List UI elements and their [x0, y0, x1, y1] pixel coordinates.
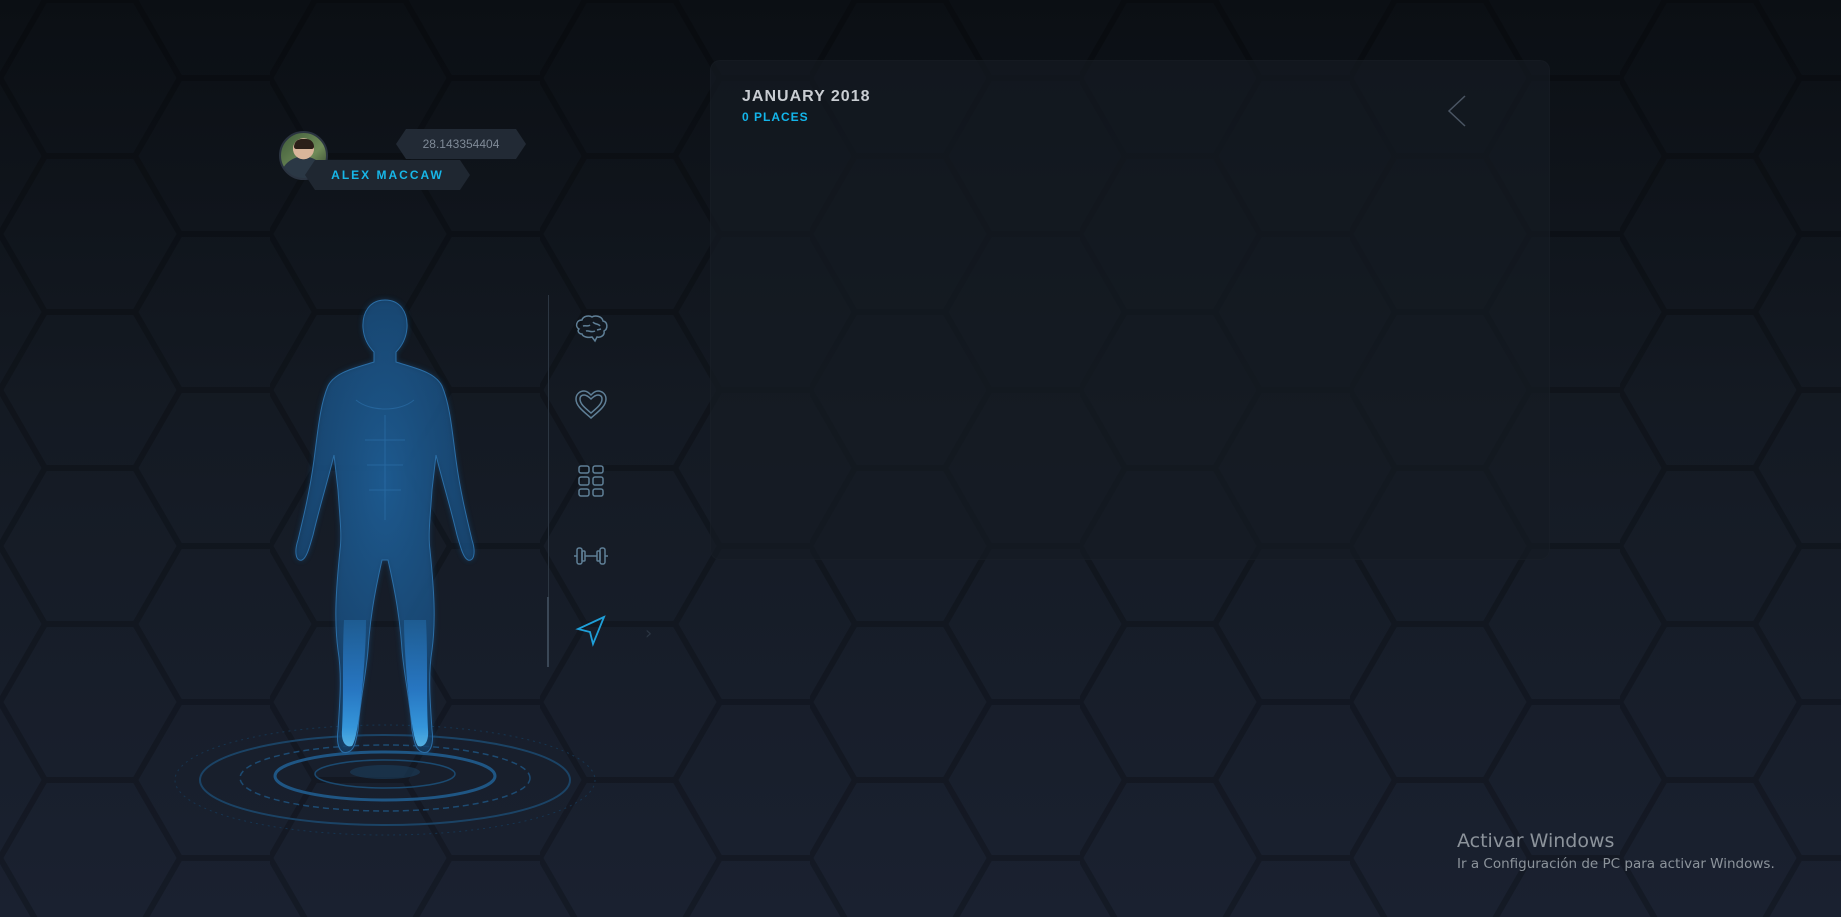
nav-dumbbell-button[interactable] — [568, 533, 614, 579]
user-name-badge[interactable]: ALEX MACCAW — [305, 160, 470, 190]
platform-rings — [174, 724, 596, 836]
location-arrow-icon — [575, 615, 606, 647]
panel-title: JANUARY 2018 — [742, 88, 871, 105]
grid-icon — [578, 465, 604, 497]
body-hologram — [174, 299, 596, 836]
windows-activation-subtitle: Ir a Configuración de PC para activar Wi… — [1457, 856, 1775, 872]
chevron-right-icon: › — [645, 623, 653, 644]
user-name: ALEX MACCAW — [331, 168, 444, 182]
coordinate-value: 28.143354404 — [422, 137, 500, 151]
nav-location-button[interactable] — [568, 608, 614, 654]
nav-brain-button[interactable] — [568, 306, 614, 352]
places-panel: JANUARY 2018 0 PLACES — [710, 60, 1550, 560]
windows-activation-title: Activar Windows — [1457, 830, 1615, 852]
chevron-left-icon[interactable] — [1446, 94, 1468, 128]
coordinate-badge: 28.143354404 — [396, 129, 526, 159]
nav-grid-button[interactable] — [568, 458, 614, 504]
nav-heart-button[interactable] — [568, 382, 614, 428]
brain-icon — [575, 315, 608, 343]
heart-icon — [575, 390, 607, 419]
nav-active-indicator — [547, 597, 549, 667]
dumbbell-icon — [574, 547, 608, 565]
places-count: 0 PLACES — [742, 110, 809, 124]
